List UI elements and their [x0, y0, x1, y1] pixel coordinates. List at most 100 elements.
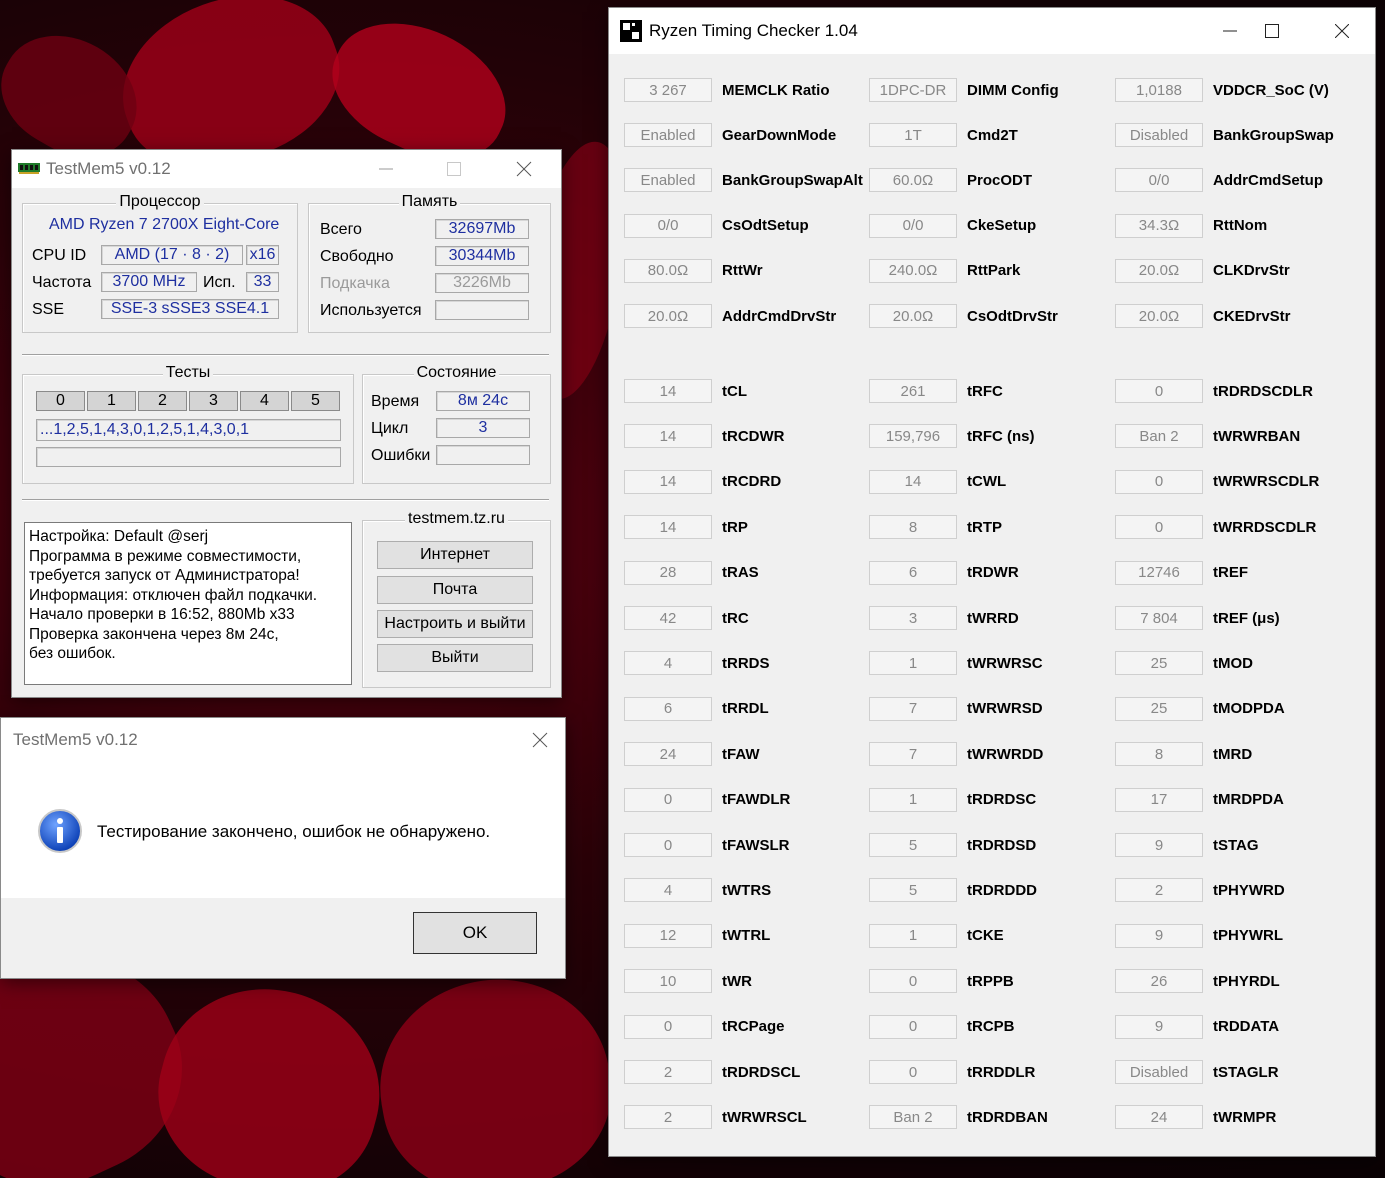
timing-value: 0	[869, 1060, 957, 1084]
timing-cell: 1 tRDRDSC	[869, 787, 1036, 812]
used-value: 33	[246, 272, 279, 292]
test-cell[interactable]: 3	[189, 391, 238, 411]
close-icon	[516, 161, 532, 177]
timing-cell: 9 tPHYWRL	[1115, 923, 1283, 948]
configure-exit-button[interactable]: Настроить и выйти	[377, 610, 533, 638]
tm5-close-button[interactable]	[502, 150, 546, 188]
timing-value: 0	[869, 969, 957, 994]
exit-button[interactable]: Выйти	[377, 644, 533, 672]
timing-label: RttWr	[722, 262, 763, 280]
ok-button[interactable]: OK	[413, 912, 537, 954]
timing-label: RttNom	[1213, 217, 1268, 235]
timing-label: tWRWRDD	[967, 745, 1044, 763]
timing-value: 7	[869, 696, 957, 721]
timing-value: 1	[869, 651, 957, 676]
swap-value: 3226Mb	[435, 273, 529, 293]
timing-cell: 9 tSTAG	[1115, 833, 1259, 857]
tests-group: Тесты 012345 ...1,2,5,1,4,3,0,1,2,5,1,4,…	[22, 364, 354, 484]
tm5-title: TestMem5 v0.12	[46, 159, 171, 178]
timing-label: CKEDrvStr	[1213, 307, 1291, 325]
dialog-titlebar[interactable]: TestMem5 v0.12	[1, 718, 565, 762]
timing-value: 5	[869, 878, 957, 903]
timing-label: CLKDrvStr	[1213, 262, 1290, 280]
timing-label: tRRDDLR	[967, 1063, 1036, 1081]
timing-cell: 24 tWRMPR	[1115, 1105, 1276, 1130]
maximize-button[interactable]	[1247, 8, 1297, 54]
timing-label: tMRDPDA	[1213, 791, 1284, 809]
close-button[interactable]	[1317, 8, 1367, 54]
log-line: Информация: отключен файл подкачки.	[29, 586, 318, 604]
timing-label: tWRWRSD	[967, 700, 1043, 718]
timing-cell: 1 tWRWRSC	[869, 651, 1043, 676]
timing-value: 3	[869, 606, 957, 630]
test-sequence: ...1,2,5,1,4,3,0,1,2,5,1,4,3,0,1	[36, 419, 341, 441]
timing-value: 14	[624, 379, 712, 403]
timing-cell: 14 tCWL	[869, 469, 1007, 494]
timing-cell: 4 tRRDS	[624, 651, 770, 676]
timing-label: tCKE	[967, 927, 1004, 945]
internet-button[interactable]: Интернет	[377, 541, 533, 569]
timing-value: 0	[624, 787, 712, 812]
used-label: Исп.	[203, 274, 236, 291]
close-icon	[1335, 24, 1349, 38]
timing-label: tRDRDBAN	[967, 1108, 1048, 1126]
tm5-minimize-button[interactable]	[364, 150, 408, 188]
timing-cell: 2 tPHYWRD	[1115, 878, 1285, 903]
time-value: 8м 24с	[436, 391, 530, 411]
rtc-app-icon	[620, 20, 642, 42]
timing-cell: 3 tWRRD	[869, 606, 1019, 630]
timing-value: 0	[1115, 469, 1203, 494]
total-value: 32697Mb	[435, 219, 529, 239]
test-cell[interactable]: 2	[138, 391, 187, 411]
test-cell[interactable]: 1	[87, 391, 136, 411]
timing-label: tRDDATA	[1213, 1018, 1280, 1036]
log-box[interactable]: Настройка: Default @serj Программа в режи…	[24, 522, 352, 685]
tm5-titlebar[interactable]: TestMem5 v0.12	[12, 150, 561, 188]
timing-cell: 7 tWRWRSD	[869, 696, 1043, 721]
test-cell[interactable]: 5	[291, 391, 340, 411]
timing-label: tRRDS	[722, 654, 770, 672]
state-group: Состояние Время 8м 24с Цикл 3 Ошибки	[362, 364, 551, 484]
inuse-value	[435, 300, 529, 320]
timing-cell: 42 tRC	[624, 606, 749, 630]
timing-value: 12746	[1115, 560, 1203, 585]
timing-cell: 20.0Ω CKEDrvStr	[1115, 304, 1291, 328]
timing-value: 9	[1115, 923, 1203, 948]
timing-value: 2	[624, 1105, 712, 1130]
timing-label: tCWL	[967, 473, 1007, 491]
test-cell[interactable]: 4	[240, 391, 289, 411]
timing-label: tREF	[1213, 564, 1248, 582]
timing-value: 25	[1115, 651, 1203, 676]
timing-value: 9	[1115, 1014, 1203, 1039]
frequency-label: Частота	[32, 274, 92, 291]
timing-value: 1,0188	[1115, 78, 1203, 102]
cpu-name: AMD Ryzen 7 2700X Eight-Core	[49, 216, 280, 233]
mail-button[interactable]: Почта	[377, 576, 533, 604]
timing-label: tFAWSLR	[722, 836, 790, 854]
dialog-close-button[interactable]	[517, 718, 563, 762]
timing-cell: 2 tWRWRSCL	[624, 1105, 807, 1130]
sse-label: SSE	[32, 301, 65, 318]
timing-label: tPHYWRL	[1213, 927, 1283, 945]
timing-value: 8	[1115, 742, 1203, 767]
timing-value: 10	[624, 969, 712, 994]
timing-cell: 1T Cmd2T	[869, 123, 1018, 148]
timing-label: ProcODT	[967, 171, 1033, 189]
test-progress	[36, 447, 341, 467]
timing-value: Ban 2	[869, 1105, 957, 1130]
timing-value: Disabled	[1115, 123, 1203, 148]
timing-cell: Disabled BankGroupSwap	[1115, 123, 1334, 148]
rtc-titlebar[interactable]: Ryzen Timing Checker 1.04	[609, 8, 1375, 54]
timing-label: CkeSetup	[967, 217, 1037, 235]
timing-label: tRFC (ns)	[967, 427, 1035, 445]
tm5-maximize-button[interactable]	[432, 150, 476, 188]
timing-cell: 0 tFAWDLR	[624, 787, 790, 812]
timing-cell: Ban 2 tRDRDBAN	[869, 1105, 1048, 1130]
timing-value: 20.0Ω	[1115, 258, 1203, 283]
timing-cell: 0 tFAWSLR	[624, 833, 790, 857]
timing-label: tRCPB	[967, 1018, 1015, 1036]
timing-value: 0/0	[869, 213, 957, 238]
timing-value: Enabled	[624, 168, 712, 193]
test-cell[interactable]: 0	[36, 391, 85, 411]
timing-value: 60.0Ω	[869, 168, 957, 193]
